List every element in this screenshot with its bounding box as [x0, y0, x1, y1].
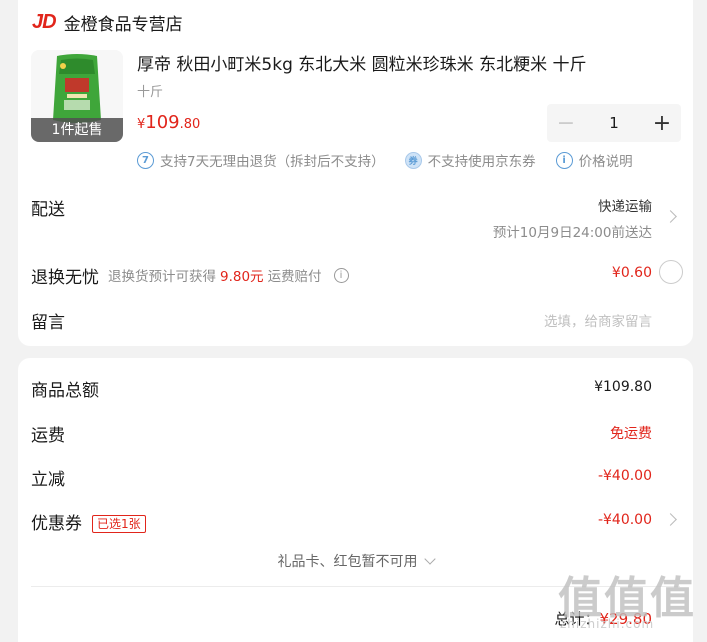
order-item-card: JD 金橙食品专营店 1件起售 厚帝 秋田小町米5kg 东北大米 圆粒米珍珠米 … [18, 0, 693, 346]
shipping-eta[interactable]: 预计10月9日24:00前送达 [493, 221, 652, 241]
info-icon: i [555, 151, 573, 169]
decrease-button[interactable]: − [547, 104, 585, 142]
shipping-method[interactable]: 快递运输 [598, 195, 652, 215]
coupon-selected-badge: 已选1张 [92, 515, 146, 533]
chevron-right-icon[interactable] [664, 210, 677, 223]
no-coupon-tag[interactable]: 不支持使用京东券 [428, 150, 536, 170]
product-title[interactable]: 厚帝 秋田小町米5kg 东北大米 圆粒米珍珠米 东北粳米 十斤 [137, 50, 586, 75]
price-integer: 109 [145, 112, 180, 133]
shipping-fee-value: 免运费 [610, 426, 652, 442]
min-qty-badge: 1件起售 [31, 118, 123, 142]
no-coupon-icon: 券 [404, 151, 422, 169]
quantity-value[interactable]: 1 [585, 104, 643, 142]
watermark-url: zhizhizhi.com [560, 617, 655, 631]
coupon-value[interactable]: -¥40.00 [598, 512, 652, 528]
product-spec[interactable]: 十斤 [137, 81, 163, 100]
note-label: 留言 [31, 313, 65, 333]
return-hint-prefix: 退换货预计可获得 [108, 269, 216, 285]
price-decimal: .80 [179, 117, 201, 132]
service-tags: 7 支持7天无理由退货（拆封后不支持） 券 不支持使用京东券 i 价格说明 [137, 150, 633, 170]
return-hint-suffix: 运费赔付 [267, 269, 322, 285]
return-policy-tag[interactable]: 支持7天无理由退货（拆封后不支持） [160, 150, 385, 170]
chevron-down-icon [423, 553, 436, 565]
info-icon[interactable]: i [333, 267, 349, 283]
shipping-label: 配送 [31, 200, 65, 220]
store-header[interactable]: JD 金橙食品专营店 [32, 10, 183, 35]
product-thumbnail[interactable]: 1件起售 [31, 50, 123, 142]
return-care-radio[interactable] [659, 260, 683, 284]
discount-label: 立减 [31, 470, 65, 490]
return-hint-amount: 9.80元 [220, 269, 264, 285]
seven-day-return-icon: 7 [137, 151, 154, 169]
coupon-row[interactable]: 优惠券 已选1张 [31, 509, 146, 534]
note-input[interactable]: 选填，给商家留言 [544, 310, 652, 330]
return-care-label: 退换无忧 [31, 268, 99, 288]
return-care-hint: 退换货预计可获得 9.80元 运费赔付 i [108, 265, 349, 285]
coupon-label: 优惠券 [31, 514, 82, 534]
chevron-right-icon[interactable] [664, 513, 677, 526]
return-care-price: ¥0.60 [611, 265, 652, 281]
quantity-stepper: − 1 + [547, 104, 681, 142]
giftcard-text: 礼品卡、红包暂不可用 [277, 554, 418, 570]
product-price: ¥109.80 [137, 112, 200, 133]
price-explanation-link[interactable]: 价格说明 [579, 150, 633, 170]
increase-button[interactable]: + [643, 104, 681, 142]
shipping-fee-label: 运费 [31, 426, 65, 446]
jd-logo: JD [32, 11, 57, 33]
goods-total-label: 商品总额 [31, 381, 99, 401]
goods-total-value: ¥109.80 [594, 379, 652, 395]
discount-value: -¥40.00 [597, 468, 652, 484]
store-name: 金橙食品专营店 [63, 15, 183, 35]
